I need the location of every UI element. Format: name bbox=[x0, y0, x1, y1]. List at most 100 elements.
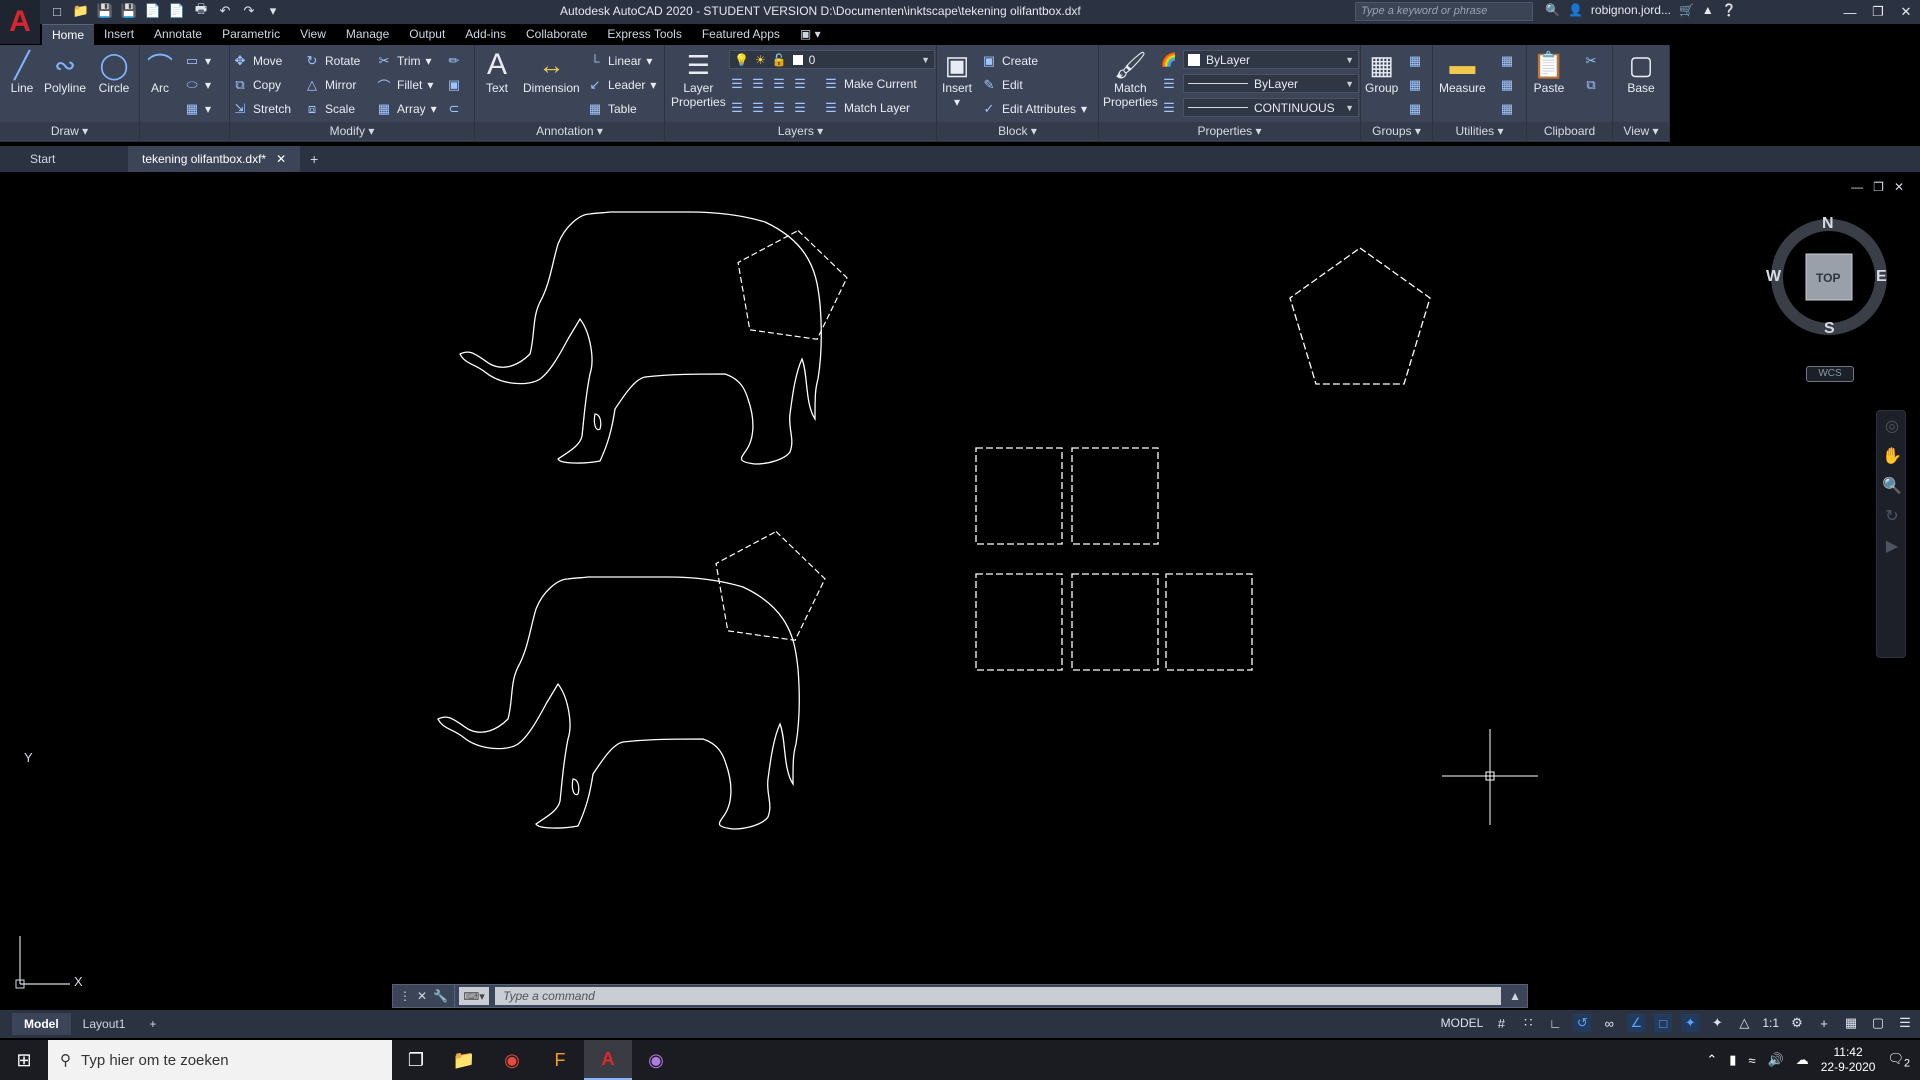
tab-start[interactable]: Start bbox=[0, 146, 128, 172]
onedrive-icon[interactable]: ☁ bbox=[1796, 1052, 1809, 1068]
layer-on-all-icon[interactable]: ☰ bbox=[729, 100, 745, 116]
compass-east[interactable]: E bbox=[1876, 268, 1887, 286]
tab-layout1[interactable]: Layout1 bbox=[71, 1013, 138, 1035]
tab-model[interactable]: Model bbox=[12, 1013, 71, 1035]
polar-tracking-icon[interactable]: ↺ bbox=[1573, 1014, 1592, 1032]
table-button[interactable]: ▦ Table bbox=[587, 99, 637, 119]
base-view-button[interactable]: ▢ Base bbox=[1625, 49, 1657, 96]
workspace-gear-icon[interactable]: ⚙ bbox=[1788, 1014, 1806, 1032]
insert-block-button[interactable]: ▣ Insert ▾ bbox=[941, 49, 973, 110]
clipboard-panel-title[interactable]: Clipboard bbox=[1527, 122, 1612, 140]
open-from-web-icon[interactable]: 📄 bbox=[144, 2, 162, 20]
layer-off-icon[interactable]: ☰ bbox=[729, 76, 745, 92]
file-explorer-icon[interactable]: 📁 bbox=[440, 1040, 488, 1080]
help-search-input[interactable]: Type a keyword or phrase bbox=[1355, 2, 1533, 21]
command-input[interactable]: Type a command bbox=[495, 987, 1502, 1005]
cut-icon[interactable]: ✂ bbox=[1583, 51, 1599, 71]
compass-west[interactable]: W bbox=[1766, 268, 1781, 286]
ribbon-tab-parametric[interactable]: Parametric bbox=[212, 24, 290, 46]
fusion-app-icon[interactable]: F bbox=[536, 1040, 584, 1080]
utilities-panel-title[interactable]: Utilities ▾ bbox=[1433, 122, 1526, 140]
taskbar-clock[interactable]: 11:42 22-9-2020 bbox=[1821, 1045, 1876, 1075]
command-close-icon[interactable]: ✕ bbox=[417, 989, 427, 1003]
layers-panel-title[interactable]: Layers ▾ bbox=[665, 122, 936, 140]
lineweight-dropdown[interactable]: ByLayer ▼ bbox=[1183, 74, 1359, 93]
drawing-canvas[interactable]: — ❐ ✕ Y X N S E W TOP WCS ◎ ✋ 🔍 ↻ ▶ bbox=[0, 174, 1920, 1010]
command-line-grip-icon[interactable]: ⋮ bbox=[399, 989, 411, 1003]
ribbon-tab-featured-apps[interactable]: Featured Apps bbox=[692, 24, 790, 46]
new-tab-icon[interactable]: + bbox=[300, 147, 328, 171]
ribbon-tab-insert[interactable]: Insert bbox=[94, 24, 144, 46]
create-block-button[interactable]: ▣ Create bbox=[981, 51, 1038, 71]
task-view-icon[interactable]: ❐ bbox=[392, 1040, 440, 1080]
wifi-icon[interactable]: ≈ bbox=[1748, 1053, 1755, 1068]
arc-button[interactable]: ⌒ Arc bbox=[144, 49, 176, 96]
color-wheel-icon[interactable]: 🌈 bbox=[1161, 50, 1177, 70]
polyline-button[interactable]: ∾ Polyline bbox=[44, 49, 86, 96]
command-history-icon[interactable]: ▲ bbox=[1509, 989, 1527, 1003]
move-button[interactable]: ✥ Move bbox=[232, 51, 283, 71]
tab-drawing[interactable]: tekening olifantbox.dxf* ✕ bbox=[128, 146, 301, 172]
layer-freeze-icon[interactable]: ☰ bbox=[771, 76, 787, 92]
restore-icon[interactable]: ❐ bbox=[1864, 0, 1892, 24]
group-select-icon[interactable]: ▦ bbox=[1407, 99, 1423, 119]
match-layer-button[interactable]: ☰ Match Layer bbox=[823, 98, 910, 118]
ribbon-tab-view[interactable]: View bbox=[290, 24, 336, 46]
ellipse-button[interactable]: ⬭ ▾ bbox=[184, 75, 211, 95]
tray-chevron-icon[interactable]: ⌃ bbox=[1706, 1052, 1717, 1068]
linetype-dropdown[interactable]: CONTINUOUS ▼ bbox=[1183, 98, 1359, 117]
circle-button[interactable]: ◯ Circle bbox=[98, 49, 130, 96]
snap-icon[interactable]: ∷ bbox=[1519, 1014, 1537, 1032]
ortho-icon[interactable]: ∟ bbox=[1546, 1014, 1564, 1032]
offset-button[interactable]: ⊂ bbox=[446, 99, 462, 119]
undo-icon[interactable]: ↶ bbox=[216, 2, 234, 20]
layer-properties-button[interactable]: ☰ Layer Properties bbox=[671, 49, 726, 110]
leader-button[interactable]: ↙ Leader ▾ bbox=[587, 75, 657, 95]
ribbon-options-camera-icon[interactable]: ▣ ▾ bbox=[790, 24, 831, 46]
save-to-web-icon[interactable]: 📄 bbox=[168, 2, 186, 20]
wcs-menu[interactable]: WCS bbox=[1806, 366, 1854, 382]
scale-button[interactable]: ⧈ Scale bbox=[304, 99, 355, 119]
copy-button[interactable]: ⧉ Copy bbox=[232, 75, 281, 95]
help-icon[interactable]: ❔ bbox=[1722, 3, 1737, 17]
group-edit-icon[interactable]: ▦ bbox=[1407, 75, 1423, 95]
cart-icon[interactable]: 🛒 bbox=[1679, 3, 1694, 17]
layer-thaw-all-icon[interactable]: ☰ bbox=[771, 100, 787, 116]
binoculars-icon[interactable]: 🔍 bbox=[1545, 3, 1560, 17]
notification-center-icon[interactable]: 🗨2 bbox=[1887, 1051, 1910, 1070]
calculator-icon[interactable]: ▦ bbox=[1499, 99, 1515, 119]
annotation-scale-icon[interactable]: △ bbox=[1735, 1014, 1753, 1032]
group-button[interactable]: ▦ Group bbox=[1365, 49, 1398, 96]
draw-panel-title[interactable]: Draw ▾ bbox=[0, 122, 139, 140]
stretch-button[interactable]: ⇲ Stretch bbox=[232, 99, 291, 119]
taskbar-search[interactable]: ⚲ Typ hier om te zoeken bbox=[48, 1040, 392, 1080]
view-panel-title[interactable]: View ▾ bbox=[1613, 122, 1669, 140]
measure-button[interactable]: ▬ Measure bbox=[1439, 49, 1486, 96]
fillet-button[interactable]: ⌒ Fillet ▾ bbox=[376, 75, 433, 95]
erase-button[interactable]: ✏ bbox=[446, 51, 462, 71]
viewcube-top-face[interactable]: TOP bbox=[1816, 271, 1840, 285]
properties-panel-title[interactable]: Properties ▾ bbox=[1099, 122, 1360, 140]
linear-dimension-button[interactable]: └ Linear ▾ bbox=[587, 51, 652, 71]
array-button[interactable]: ▦ Array ▾ bbox=[376, 99, 437, 119]
save-icon[interactable]: 💾 bbox=[96, 2, 114, 20]
redo-icon[interactable]: ↷ bbox=[240, 2, 258, 20]
orbit-icon[interactable]: ↻ bbox=[1877, 501, 1907, 531]
ribbon-tab-home[interactable]: Home bbox=[42, 24, 95, 46]
units-icon[interactable]: ▦ bbox=[1842, 1014, 1860, 1032]
paste-button[interactable]: 📋 Paste bbox=[1533, 49, 1565, 96]
select-all-icon[interactable]: ▦ bbox=[1499, 75, 1515, 95]
user-name[interactable]: robignon.jord... bbox=[1591, 3, 1671, 17]
modify-panel-title[interactable]: Modify ▾ bbox=[230, 122, 474, 140]
edit-attributes-button[interactable]: ✓ Edit Attributes ▾ bbox=[981, 99, 1088, 119]
drawing-geometry[interactable] bbox=[0, 174, 1920, 1010]
match-properties-button[interactable]: 🖌 Match Properties bbox=[1103, 49, 1158, 110]
line-button[interactable]: ╱ Line bbox=[6, 49, 38, 96]
recent-commands-icon[interactable]: ⌨▾ bbox=[459, 987, 490, 1005]
showmotion-icon[interactable]: ▶ bbox=[1877, 531, 1907, 561]
pan-icon[interactable]: ✋ bbox=[1877, 441, 1907, 471]
close-tab-icon[interactable]: ✕ bbox=[276, 152, 286, 172]
windows-start-icon[interactable]: ⊞ bbox=[0, 1040, 48, 1080]
layer-unisolate-icon[interactable]: ☰ bbox=[750, 100, 766, 116]
block-panel-title[interactable]: Block ▾ bbox=[937, 122, 1098, 140]
